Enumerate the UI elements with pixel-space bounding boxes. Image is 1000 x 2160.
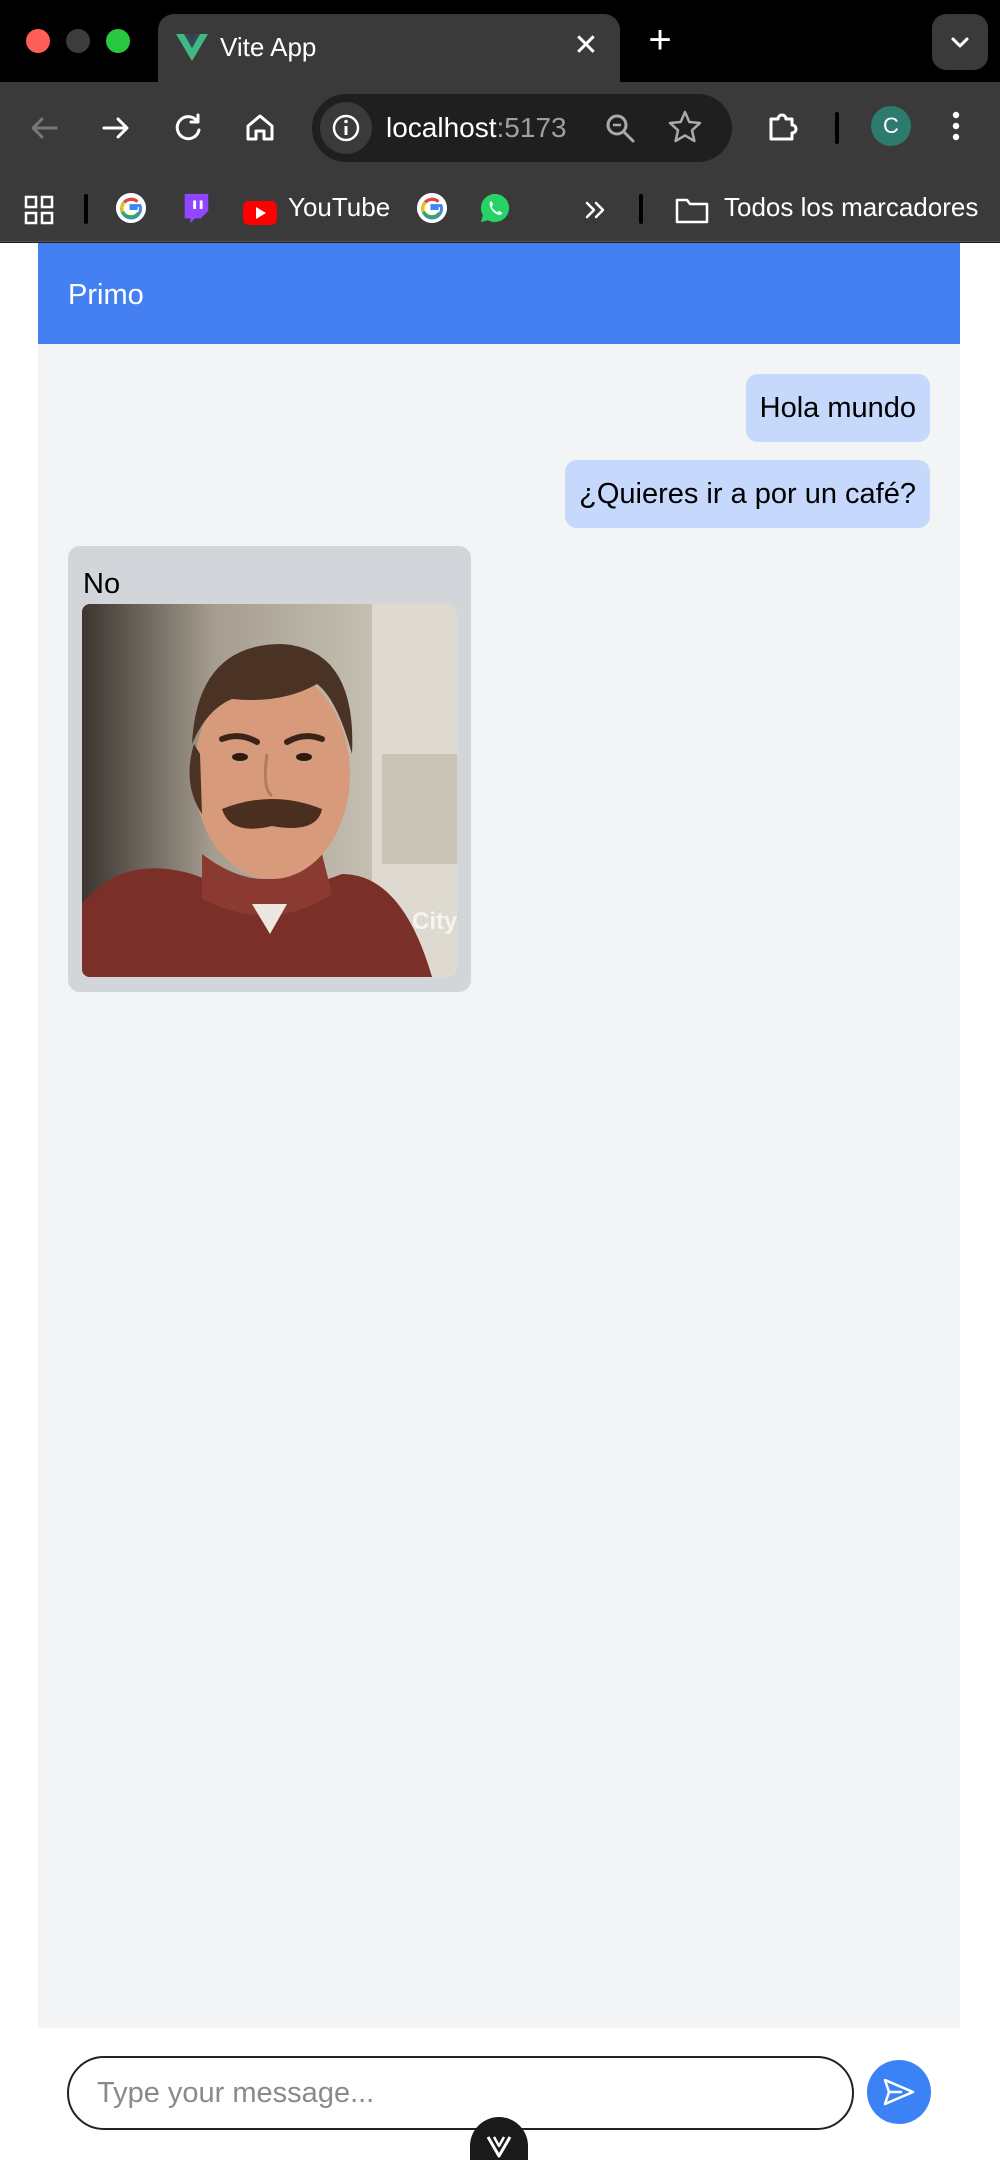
profile-avatar[interactable]: C	[871, 106, 911, 146]
kebab-menu-icon[interactable]	[944, 104, 968, 148]
message-input[interactable]	[67, 2056, 854, 2130]
reload-icon	[175, 113, 201, 141]
message-text: No	[83, 568, 121, 600]
close-window-button[interactable]	[26, 29, 50, 53]
chat-header: Primo	[38, 243, 960, 344]
reload-button[interactable]	[166, 106, 210, 150]
apps-grid-icon[interactable]	[24, 194, 54, 226]
bookmarks-divider	[84, 194, 88, 224]
site-info-button[interactable]	[320, 102, 372, 154]
message-composer	[0, 2028, 1000, 2160]
back-button[interactable]	[22, 106, 66, 150]
chat-container: Primo Hola mundo ¿Quieres ir a por un ca…	[38, 243, 960, 2028]
home-button[interactable]	[238, 106, 282, 150]
url-port: :5173	[496, 112, 567, 143]
maximize-window-button[interactable]	[106, 29, 130, 53]
extensions-icon[interactable]	[762, 104, 806, 148]
google-icon[interactable]	[114, 192, 148, 224]
vue-logo-icon	[176, 34, 208, 61]
arrow-right-icon	[102, 117, 129, 139]
twitch-icon[interactable]	[180, 192, 212, 224]
vue-devtools-icon	[486, 2136, 512, 2158]
tab-title: Vite App	[220, 32, 317, 62]
bookmark-star-icon[interactable]	[666, 108, 704, 146]
browser-tab[interactable]: Vite App ✕	[158, 14, 620, 82]
info-icon	[332, 114, 360, 142]
home-icon	[246, 114, 274, 141]
message-gif-image[interactable]: City	[82, 604, 457, 977]
tab-strip: Vite App ✕ +	[0, 0, 1000, 82]
send-button[interactable]	[867, 2060, 931, 2124]
gif-watermark: City	[412, 908, 457, 935]
bookmarks-divider-2	[639, 194, 643, 224]
chevron-double-right-icon[interactable]	[580, 194, 610, 226]
message-text: ¿Quieres ir a por un café?	[579, 478, 916, 510]
chevron-down-icon	[951, 37, 969, 48]
forward-button[interactable]	[94, 106, 138, 150]
tab-close-icon[interactable]: ✕	[570, 30, 602, 62]
bookmark-youtube-label[interactable]: YouTube	[288, 190, 390, 224]
tab-search-button[interactable]	[932, 14, 988, 70]
youtube-icon[interactable]	[243, 197, 277, 229]
browser-toolbar: localhost:5173 C	[0, 82, 1000, 172]
bookmarks-bar: YouTube Todos los marcadores	[0, 172, 1000, 242]
address-bar[interactable]: localhost:5173	[312, 94, 732, 162]
message-text: Hola mundo	[759, 392, 916, 424]
folder-icon[interactable]	[675, 194, 709, 226]
chat-title: Primo	[68, 279, 144, 311]
url-text: localhost:5173	[386, 110, 567, 146]
send-icon	[883, 2078, 915, 2106]
arrow-left-icon	[31, 117, 58, 139]
google-icon-2[interactable]	[415, 192, 449, 224]
toolbar-divider	[835, 112, 839, 144]
zoom-icon[interactable]	[602, 110, 638, 146]
minimize-window-button[interactable]	[66, 29, 90, 53]
url-host: localhost	[386, 112, 497, 143]
web-page: Primo Hola mundo ¿Quieres ir a por un ca…	[0, 243, 1000, 2160]
message-bubble-sent: ¿Quieres ir a por un café?	[565, 460, 930, 528]
message-bubble-received: No City	[68, 546, 471, 992]
message-bubble-sent: Hola mundo	[745, 374, 930, 442]
all-bookmarks-label[interactable]: Todos los marcadores	[724, 190, 978, 224]
whatsapp-icon[interactable]	[478, 192, 512, 224]
new-tab-button[interactable]: +	[640, 18, 680, 62]
